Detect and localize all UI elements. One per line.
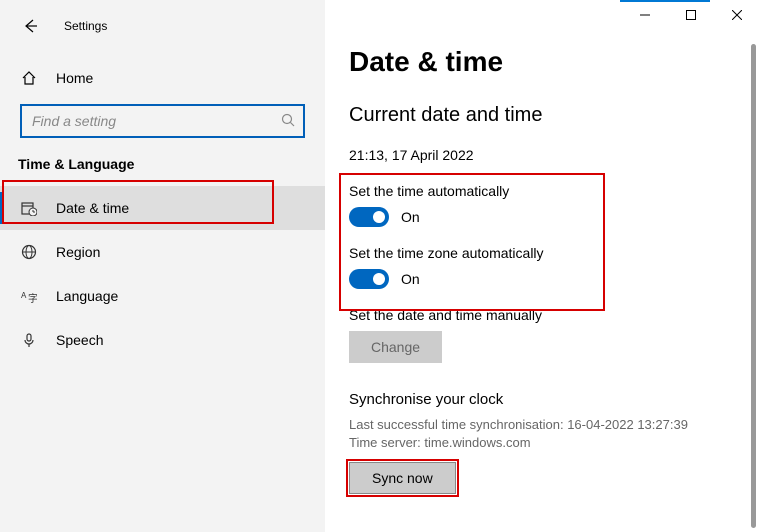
manual-label: Set the date and time manually (349, 307, 726, 323)
auto-tz-label: Set the time zone automatically (349, 245, 726, 261)
sync-last: Last successful time synchronisation: 16… (349, 416, 726, 434)
svg-text:A: A (21, 291, 27, 300)
category-label: Time & Language (0, 138, 325, 180)
current-datetime: 21:13, 17 April 2022 (349, 147, 726, 163)
search-input[interactable] (30, 112, 281, 130)
search-icon (281, 113, 295, 130)
sidebar-item-label: Date & time (56, 200, 129, 216)
home-nav[interactable]: Home (0, 58, 325, 98)
svg-text:字: 字 (28, 292, 37, 304)
auto-time-state: On (401, 209, 420, 225)
sync-server: Time server: time.windows.com (349, 434, 726, 452)
language-icon: A字 (20, 287, 38, 305)
auto-tz-state: On (401, 271, 420, 287)
sidebar-item-label: Speech (56, 332, 103, 348)
home-icon (20, 69, 38, 87)
change-button: Change (349, 331, 442, 363)
home-label: Home (56, 70, 93, 86)
microphone-icon (20, 331, 38, 349)
page-title: Date & time (349, 46, 726, 78)
page-subtitle: Current date and time (349, 104, 726, 127)
window-title: Settings (64, 19, 107, 33)
auto-tz-toggle[interactable] (349, 269, 389, 289)
calendar-clock-icon (20, 199, 38, 217)
back-button[interactable] (20, 16, 40, 36)
globe-icon (20, 243, 38, 261)
auto-time-label: Set the time automatically (349, 183, 726, 199)
sidebar-item-language[interactable]: A字 Language (0, 274, 325, 318)
main-content: Date & time Current date and time 21:13,… (325, 0, 760, 532)
search-box[interactable] (20, 104, 305, 138)
sync-heading: Synchronise your clock (349, 391, 726, 408)
scrollbar[interactable] (751, 44, 756, 528)
sidebar-item-date-time[interactable]: Date & time (0, 186, 325, 230)
sidebar-item-label: Language (56, 288, 118, 304)
sync-now-button[interactable]: Sync now (349, 462, 456, 494)
nav-list: Date & time Region A字 Language Speech (0, 180, 325, 362)
sidebar: Settings Home Time & Language Date & (0, 0, 325, 532)
auto-time-toggle[interactable] (349, 207, 389, 227)
sidebar-item-region[interactable]: Region (0, 230, 325, 274)
sidebar-item-speech[interactable]: Speech (0, 318, 325, 362)
sidebar-item-label: Region (56, 244, 100, 260)
